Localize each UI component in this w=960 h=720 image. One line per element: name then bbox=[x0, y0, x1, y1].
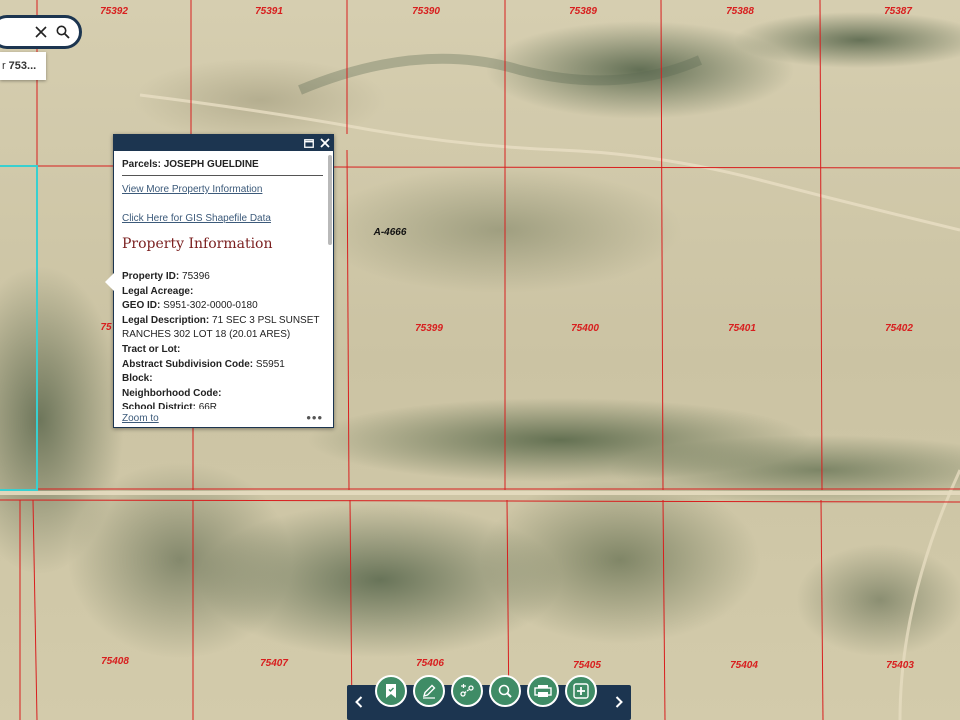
view-more-link[interactable]: View More Property Information bbox=[122, 184, 323, 195]
popup-footer: Zoom to ••• bbox=[114, 409, 333, 427]
zoom-to-link[interactable]: Zoom to bbox=[122, 413, 159, 424]
draw-tool[interactable] bbox=[413, 675, 445, 707]
parcel-label: 75407 bbox=[260, 658, 288, 669]
popup-pointer bbox=[105, 273, 114, 291]
parcel-label: 75404 bbox=[730, 660, 758, 671]
suggestion-prefix: r bbox=[2, 60, 6, 72]
chevron-right-icon[interactable] bbox=[612, 693, 626, 711]
bookmark-tool[interactable] bbox=[375, 675, 407, 707]
field-block: Block: bbox=[122, 373, 153, 385]
parcel-label: 75400 bbox=[571, 323, 599, 334]
parcel-label-partial: 75 bbox=[100, 322, 112, 333]
parcel-label: 75388 bbox=[726, 6, 754, 17]
parcel-popup: Parcels: JOSEPH GUELDINE View More Prope… bbox=[105, 134, 334, 428]
parcel-label: 75387 bbox=[884, 6, 912, 17]
parcel-label: 75399 bbox=[415, 323, 443, 334]
suggestion-match: 753... bbox=[8, 60, 37, 72]
field-property-id: Property ID: 75396 bbox=[122, 271, 210, 282]
plus-icon bbox=[573, 683, 589, 699]
search-box[interactable] bbox=[0, 15, 82, 49]
search-suggestion[interactable]: r 753... bbox=[0, 52, 46, 80]
maximize-icon[interactable] bbox=[303, 138, 314, 149]
measure-icon bbox=[459, 683, 475, 699]
bookmark-icon bbox=[383, 683, 399, 699]
bottom-toolbar bbox=[347, 675, 631, 720]
parcel-label: 75405 bbox=[573, 660, 601, 671]
field-geo-id: GEO ID: S951-302-0000-0180 bbox=[122, 300, 258, 312]
property-heading: Property Information bbox=[122, 236, 273, 252]
parcel-label: 75390 bbox=[412, 6, 440, 17]
print-tool[interactable] bbox=[527, 675, 559, 707]
parcel-label: 75391 bbox=[255, 6, 283, 17]
field-legal-acreage: Legal Acreage: bbox=[122, 285, 194, 297]
field-tract-lot: Tract or Lot: bbox=[122, 343, 181, 355]
field-legal-description: Legal Description: 71 SEC 3 PSL SUNSET R… bbox=[122, 314, 320, 341]
parcel-label: 75403 bbox=[886, 660, 914, 671]
parcel-label: 75408 bbox=[101, 656, 129, 667]
chevron-left-icon[interactable] bbox=[352, 693, 366, 711]
print-icon bbox=[534, 683, 552, 699]
parcel-label: 75402 bbox=[885, 323, 913, 334]
field-abstract-code: Abstract Subdivision Code: S5951 bbox=[122, 358, 285, 370]
measure-tool[interactable] bbox=[451, 675, 483, 707]
pencil-icon bbox=[421, 683, 437, 699]
search-tool[interactable] bbox=[489, 675, 521, 707]
magnify-icon bbox=[497, 683, 513, 699]
parcel-label: 75389 bbox=[569, 6, 597, 17]
gis-shapefile-link[interactable]: Click Here for GIS Shapefile Data bbox=[122, 213, 323, 224]
popup-header bbox=[114, 135, 333, 151]
popup-title: Parcels: JOSEPH GUELDINE bbox=[122, 159, 323, 176]
add-data-tool[interactable] bbox=[565, 675, 597, 707]
popup-content: Parcels: JOSEPH GUELDINE View More Prope… bbox=[114, 151, 333, 427]
search-icon[interactable] bbox=[55, 24, 71, 40]
close-icon[interactable] bbox=[319, 138, 330, 149]
parcel-label: 75401 bbox=[728, 323, 756, 334]
close-icon[interactable] bbox=[33, 24, 49, 40]
parcel-label: 75406 bbox=[416, 658, 444, 669]
popup-scrollbar[interactable] bbox=[328, 155, 332, 245]
parcel-label: 75392 bbox=[100, 6, 128, 17]
field-neighborhood-code: Neighborhood Code: bbox=[122, 387, 222, 399]
survey-label: A-4666 bbox=[373, 227, 407, 238]
more-actions-icon[interactable]: ••• bbox=[306, 411, 323, 424]
